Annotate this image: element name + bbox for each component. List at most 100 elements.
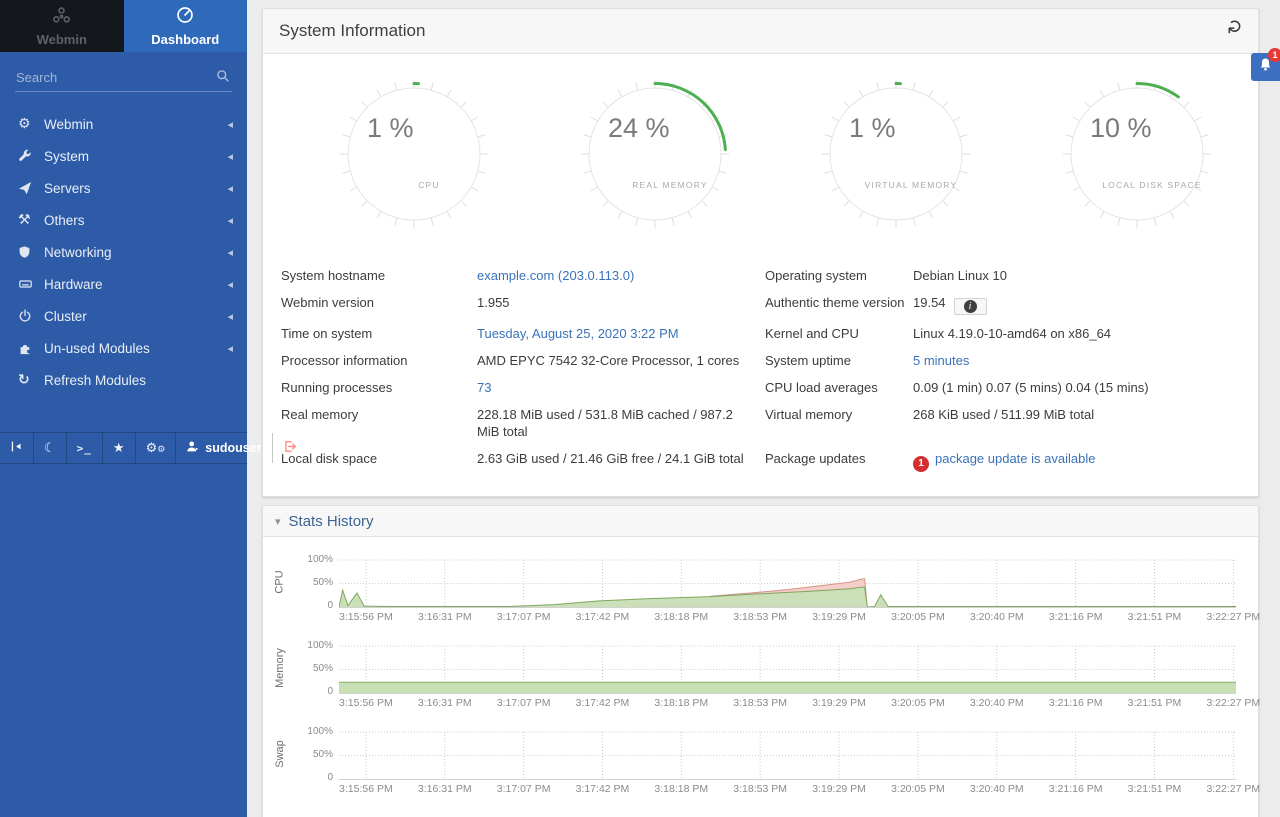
info-value-cell: example.com (203.0.113.0) (477, 262, 765, 289)
stats-history-header[interactable]: ▾ Stats History (263, 506, 1258, 537)
terminal-icon: >_ (77, 441, 92, 455)
x-tick-label: 3:17:42 PM (576, 783, 630, 795)
info-label: System hostname (281, 262, 477, 289)
info-value-link[interactable]: 5 minutes (913, 353, 969, 368)
wrench-icon (18, 149, 44, 163)
x-tick-label: 3:15:56 PM (339, 611, 393, 623)
night-mode-button[interactable]: ☾ (34, 433, 67, 463)
user-button[interactable]: sudouser (176, 433, 272, 463)
sidebar-item-system[interactable]: System◂ (0, 140, 247, 172)
sidebar-item-others[interactable]: ⚒Others◂ (0, 204, 247, 236)
info-label: Virtual memory (765, 401, 913, 445)
gauge-virtual-memory: 1 %VIRTUAL MEMORY (776, 74, 1017, 234)
terminal-button[interactable]: >_ (67, 433, 103, 463)
gauge-local-disk-space: 10 %LOCAL DISK SPACE (1017, 74, 1258, 234)
favorites-button[interactable]: ★ (103, 433, 136, 463)
gears-icon: ⚙⚙ (146, 441, 166, 455)
x-tick-label: 3:15:56 PM (339, 783, 393, 795)
tab-webmin[interactable]: Webmin (0, 0, 124, 52)
sidebar-item-label: Hardware (44, 277, 227, 292)
info-value: AMD EPYC 7542 32-Core Processor, 1 cores (477, 353, 739, 368)
info-label: Package updates (765, 445, 913, 477)
notifications-bell-button[interactable]: 1 (1251, 53, 1280, 81)
username-label: sudouser (205, 441, 261, 455)
info-label: CPU load averages (765, 374, 913, 401)
svg-text:24 %: 24 % (608, 113, 670, 143)
gauge-icon (176, 6, 194, 29)
settings-button[interactable]: ⚙⚙ (136, 433, 177, 463)
chart-axis-title: Memory (263, 641, 297, 694)
x-tick-label: 3:18:53 PM (733, 783, 787, 795)
x-tick-label: 3:15:56 PM (339, 697, 393, 709)
sidebar-item-label: Webmin (44, 117, 227, 132)
stats-history-card: ▾ Stats History CPU100%50%03:15:56 PM3:1… (262, 505, 1259, 817)
sidebar-item-refresh-modules[interactable]: ↻Refresh Modules (0, 364, 247, 396)
info-label: Time on system (281, 320, 477, 347)
chart-axis-title: Swap (263, 727, 297, 780)
info-value-link[interactable]: Tuesday, August 25, 2020 3:22 PM (477, 326, 679, 341)
refresh-icon[interactable]: ↺ (1227, 19, 1246, 35)
info-value-link[interactable]: 73 (477, 380, 491, 395)
info-value-cell: AMD EPYC 7542 32-Core Processor, 1 cores (477, 347, 765, 374)
x-tick-label: 3:21:16 PM (1049, 611, 1103, 623)
logout-icon (283, 440, 297, 456)
x-tick-label: 3:21:51 PM (1128, 697, 1182, 709)
sidebar-item-hardware[interactable]: Hardware◂ (0, 268, 247, 300)
svg-text:CPU: CPU (418, 180, 440, 190)
chevron-left-icon: ◂ (227, 278, 233, 291)
x-tick-label: 3:21:16 PM (1049, 697, 1103, 709)
info-value-link[interactable]: package update is available (935, 451, 1095, 466)
info-value: Linux 4.19.0-10-amd64 on x86_64 (913, 326, 1111, 341)
sidebar-item-label: Networking (44, 245, 227, 260)
system-information-card: System Information ↺ 1 %CPU24 %REAL MEMO… (262, 8, 1259, 497)
info-value: 1.955 (477, 295, 510, 310)
x-tick-label: 3:20:05 PM (891, 611, 945, 623)
sidebar-item-webmin[interactable]: ⚙Webmin◂ (0, 108, 247, 140)
info-value-cell: 19.54 i (913, 289, 1240, 320)
x-tick-label: 3:16:31 PM (418, 611, 472, 623)
x-tick-label: 3:20:05 PM (891, 783, 945, 795)
info-value-cell: 228.18 MiB used / 531.8 MiB cached / 987… (477, 401, 765, 445)
svg-text:1 %: 1 % (367, 113, 414, 143)
drive-icon (18, 277, 44, 291)
shield-icon (18, 245, 44, 259)
x-tick-label: 3:20:40 PM (970, 697, 1024, 709)
x-tick-label: 3:18:53 PM (733, 697, 787, 709)
sidebar-item-cluster[interactable]: Cluster◂ (0, 300, 247, 332)
gauges-row: 1 %CPU24 %REAL MEMORY1 %VIRTUAL MEMORY10… (263, 54, 1258, 234)
svg-text:10 %: 10 % (1090, 113, 1152, 143)
collapse-sidebar-button[interactable] (0, 433, 34, 463)
paper-plane-icon (18, 181, 44, 195)
sidebar-tabs: Webmin Dashboard (0, 0, 247, 52)
svg-text:REAL MEMORY: REAL MEMORY (632, 180, 708, 190)
sidebar-item-un-used-modules[interactable]: Un-used Modules◂ (0, 332, 247, 364)
tab-dashboard[interactable]: Dashboard (124, 0, 248, 52)
sidebar-item-label: System (44, 149, 227, 164)
sidebar-item-servers[interactable]: Servers◂ (0, 172, 247, 204)
logout-button[interactable] (273, 433, 307, 463)
x-tick-label: 3:18:18 PM (654, 697, 708, 709)
x-tick-label: 3:18:18 PM (654, 611, 708, 623)
x-tick-label: 3:22:27 PM (1206, 783, 1260, 795)
info-icon: i (964, 300, 977, 313)
theme-info-button[interactable]: i (954, 298, 987, 315)
info-value: 268 KiB used / 511.99 MiB total (913, 407, 1094, 422)
stats-charts: CPU100%50%03:15:56 PM3:16:31 PM3:17:07 P… (263, 537, 1258, 797)
x-tick-label: 3:22:27 PM (1206, 697, 1260, 709)
info-value-link[interactable]: example.com (203.0.113.0) (477, 268, 634, 283)
sidebar-item-label: Un-used Modules (44, 341, 227, 356)
system-info-table: System hostnameexample.com (203.0.113.0)… (263, 234, 1258, 477)
info-label: Operating system (765, 262, 913, 289)
sidebar-item-networking[interactable]: Networking◂ (0, 236, 247, 268)
webmin-logo-icon (52, 6, 71, 29)
chart-swap: Swap100%50%03:15:56 PM3:16:31 PM3:17:07 … (263, 727, 1236, 797)
info-value: 19.54 (913, 295, 946, 310)
info-label: Processor information (281, 347, 477, 374)
sidebar: Webmin Dashboard ⚙Webmin◂System◂Servers◂… (0, 0, 247, 817)
x-tick-label: 3:21:51 PM (1128, 611, 1182, 623)
chart-x-labels: 3:15:56 PM3:16:31 PM3:17:07 PM3:17:42 PM… (339, 608, 1236, 625)
search-input[interactable] (15, 66, 232, 92)
x-tick-label: 3:19:29 PM (812, 697, 866, 709)
info-label: Local disk space (281, 445, 477, 477)
chart-y-labels: 100%50%0 (297, 641, 339, 694)
